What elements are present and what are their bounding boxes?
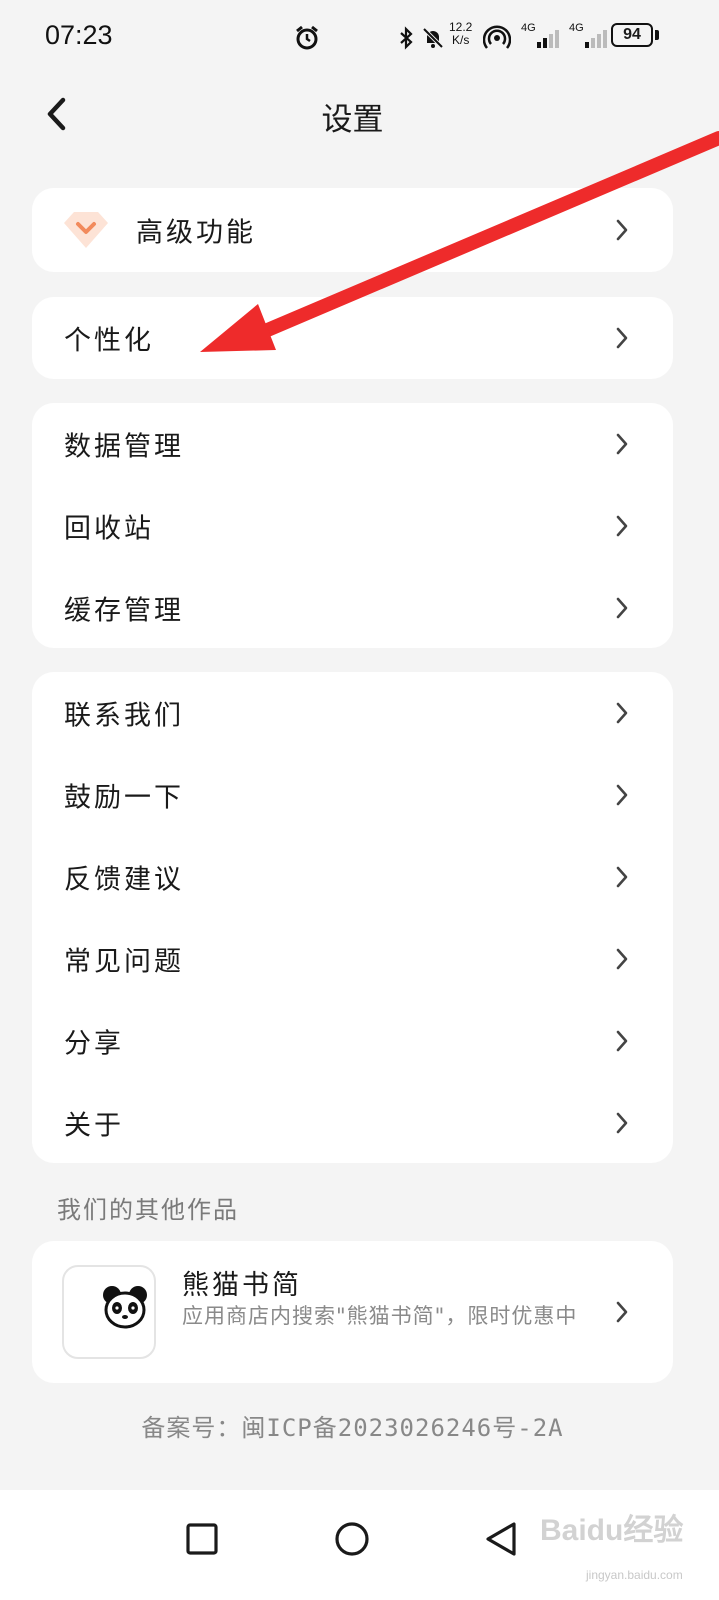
signal-icon: [537, 30, 559, 48]
menu-item-label: 数据管理: [64, 431, 184, 463]
menu-item-data-management[interactable]: 数据管理: [32, 403, 673, 485]
status-bar: 07:23 12.2 K/s 4G 4G 94: [0, 0, 719, 76]
mute-icon: [422, 27, 444, 49]
chevron-right-icon: [616, 515, 628, 537]
data-group-card: 数据管理 回收站 缓存管理: [32, 403, 673, 648]
menu-item-recycle-bin[interactable]: 回收站: [32, 485, 673, 567]
alarm-icon: [296, 25, 318, 50]
chevron-right-icon: [616, 866, 628, 888]
home-circle-icon[interactable]: [324, 1512, 380, 1568]
diamond-icon: [64, 212, 108, 248]
menu-item-label: 缓存管理: [64, 595, 184, 627]
hotspot-icon: [483, 25, 511, 49]
icp-record: 备案号：闽ICP备2023026246号-2A: [141, 1414, 564, 1442]
menu-item-feedback[interactable]: 反馈建议: [32, 836, 673, 918]
menu-item-encourage[interactable]: 鼓励一下: [32, 754, 673, 836]
app-name: 熊猫书简: [182, 1270, 302, 1301]
section-label-other-works: 我们的其他作品: [57, 1196, 239, 1224]
chevron-right-icon: [616, 784, 628, 806]
network-speed: 12.2 K/s: [449, 21, 472, 47]
chevron-right-icon: [616, 327, 628, 349]
menu-item-label: 关于: [64, 1110, 124, 1142]
menu-item-label: 分享: [64, 1028, 124, 1060]
menu-item-contact-us[interactable]: 联系我们: [32, 672, 673, 754]
menu-item-about[interactable]: 关于: [32, 1082, 673, 1164]
menu-item-cache-management[interactable]: 缓存管理: [32, 567, 673, 649]
bluetooth-icon: [400, 26, 413, 50]
battery-icon: 94: [611, 23, 653, 47]
personalize-card: 个性化: [32, 297, 673, 379]
menu-item-faq[interactable]: 常见问题: [32, 918, 673, 1000]
menu-item-label: 常见问题: [64, 946, 184, 978]
menu-item-label: 反馈建议: [64, 864, 184, 896]
watermark-subtext: jingyan.baidu.com: [586, 1568, 683, 1582]
panda-icon: [103, 1286, 147, 1329]
menu-item-label: 鼓励一下: [64, 782, 184, 814]
personalize-label: 个性化: [64, 325, 154, 357]
menu-item-label: 回收站: [64, 513, 154, 545]
chevron-right-icon: [616, 597, 628, 619]
app-description: 应用商店内搜索"熊猫书简"，限时优惠中: [182, 1304, 578, 1328]
personalize-row[interactable]: 个性化: [32, 297, 673, 379]
other-app-card[interactable]: 熊猫书简 应用商店内搜索"熊猫书简"，限时优惠中: [32, 1241, 673, 1383]
premium-label: 高级功能: [136, 217, 256, 249]
watermark-text: Baidu经验: [540, 1513, 683, 1547]
signal-icon-2: [585, 30, 607, 48]
baidu-watermark: Baidu经验: [540, 1513, 683, 1547]
chevron-right-icon: [616, 702, 628, 724]
premium-row[interactable]: 高级功能: [32, 188, 673, 272]
back-triangle-icon[interactable]: [474, 1512, 530, 1568]
recents-square-icon[interactable]: [174, 1512, 230, 1568]
support-group-card: 联系我们 鼓励一下 反馈建议 常见问题 分享 关于: [32, 672, 673, 1163]
status-time: 07:23: [45, 20, 113, 50]
page-title: 设置: [321, 102, 384, 138]
speed-unit: K/s: [452, 33, 470, 47]
menu-item-label: 联系我们: [64, 700, 184, 732]
chevron-right-icon: [616, 1030, 628, 1052]
chevron-right-icon: [616, 1112, 628, 1134]
chevron-right-icon: [616, 433, 628, 455]
chevron-right-icon: [616, 948, 628, 970]
chevron-right-icon: [616, 219, 628, 241]
chevron-right-icon: [616, 1301, 628, 1323]
premium-card: 高级功能: [32, 188, 673, 272]
battery-cap: [655, 30, 659, 40]
app-thumbnail: [62, 1265, 156, 1359]
menu-item-share[interactable]: 分享: [32, 1000, 673, 1082]
